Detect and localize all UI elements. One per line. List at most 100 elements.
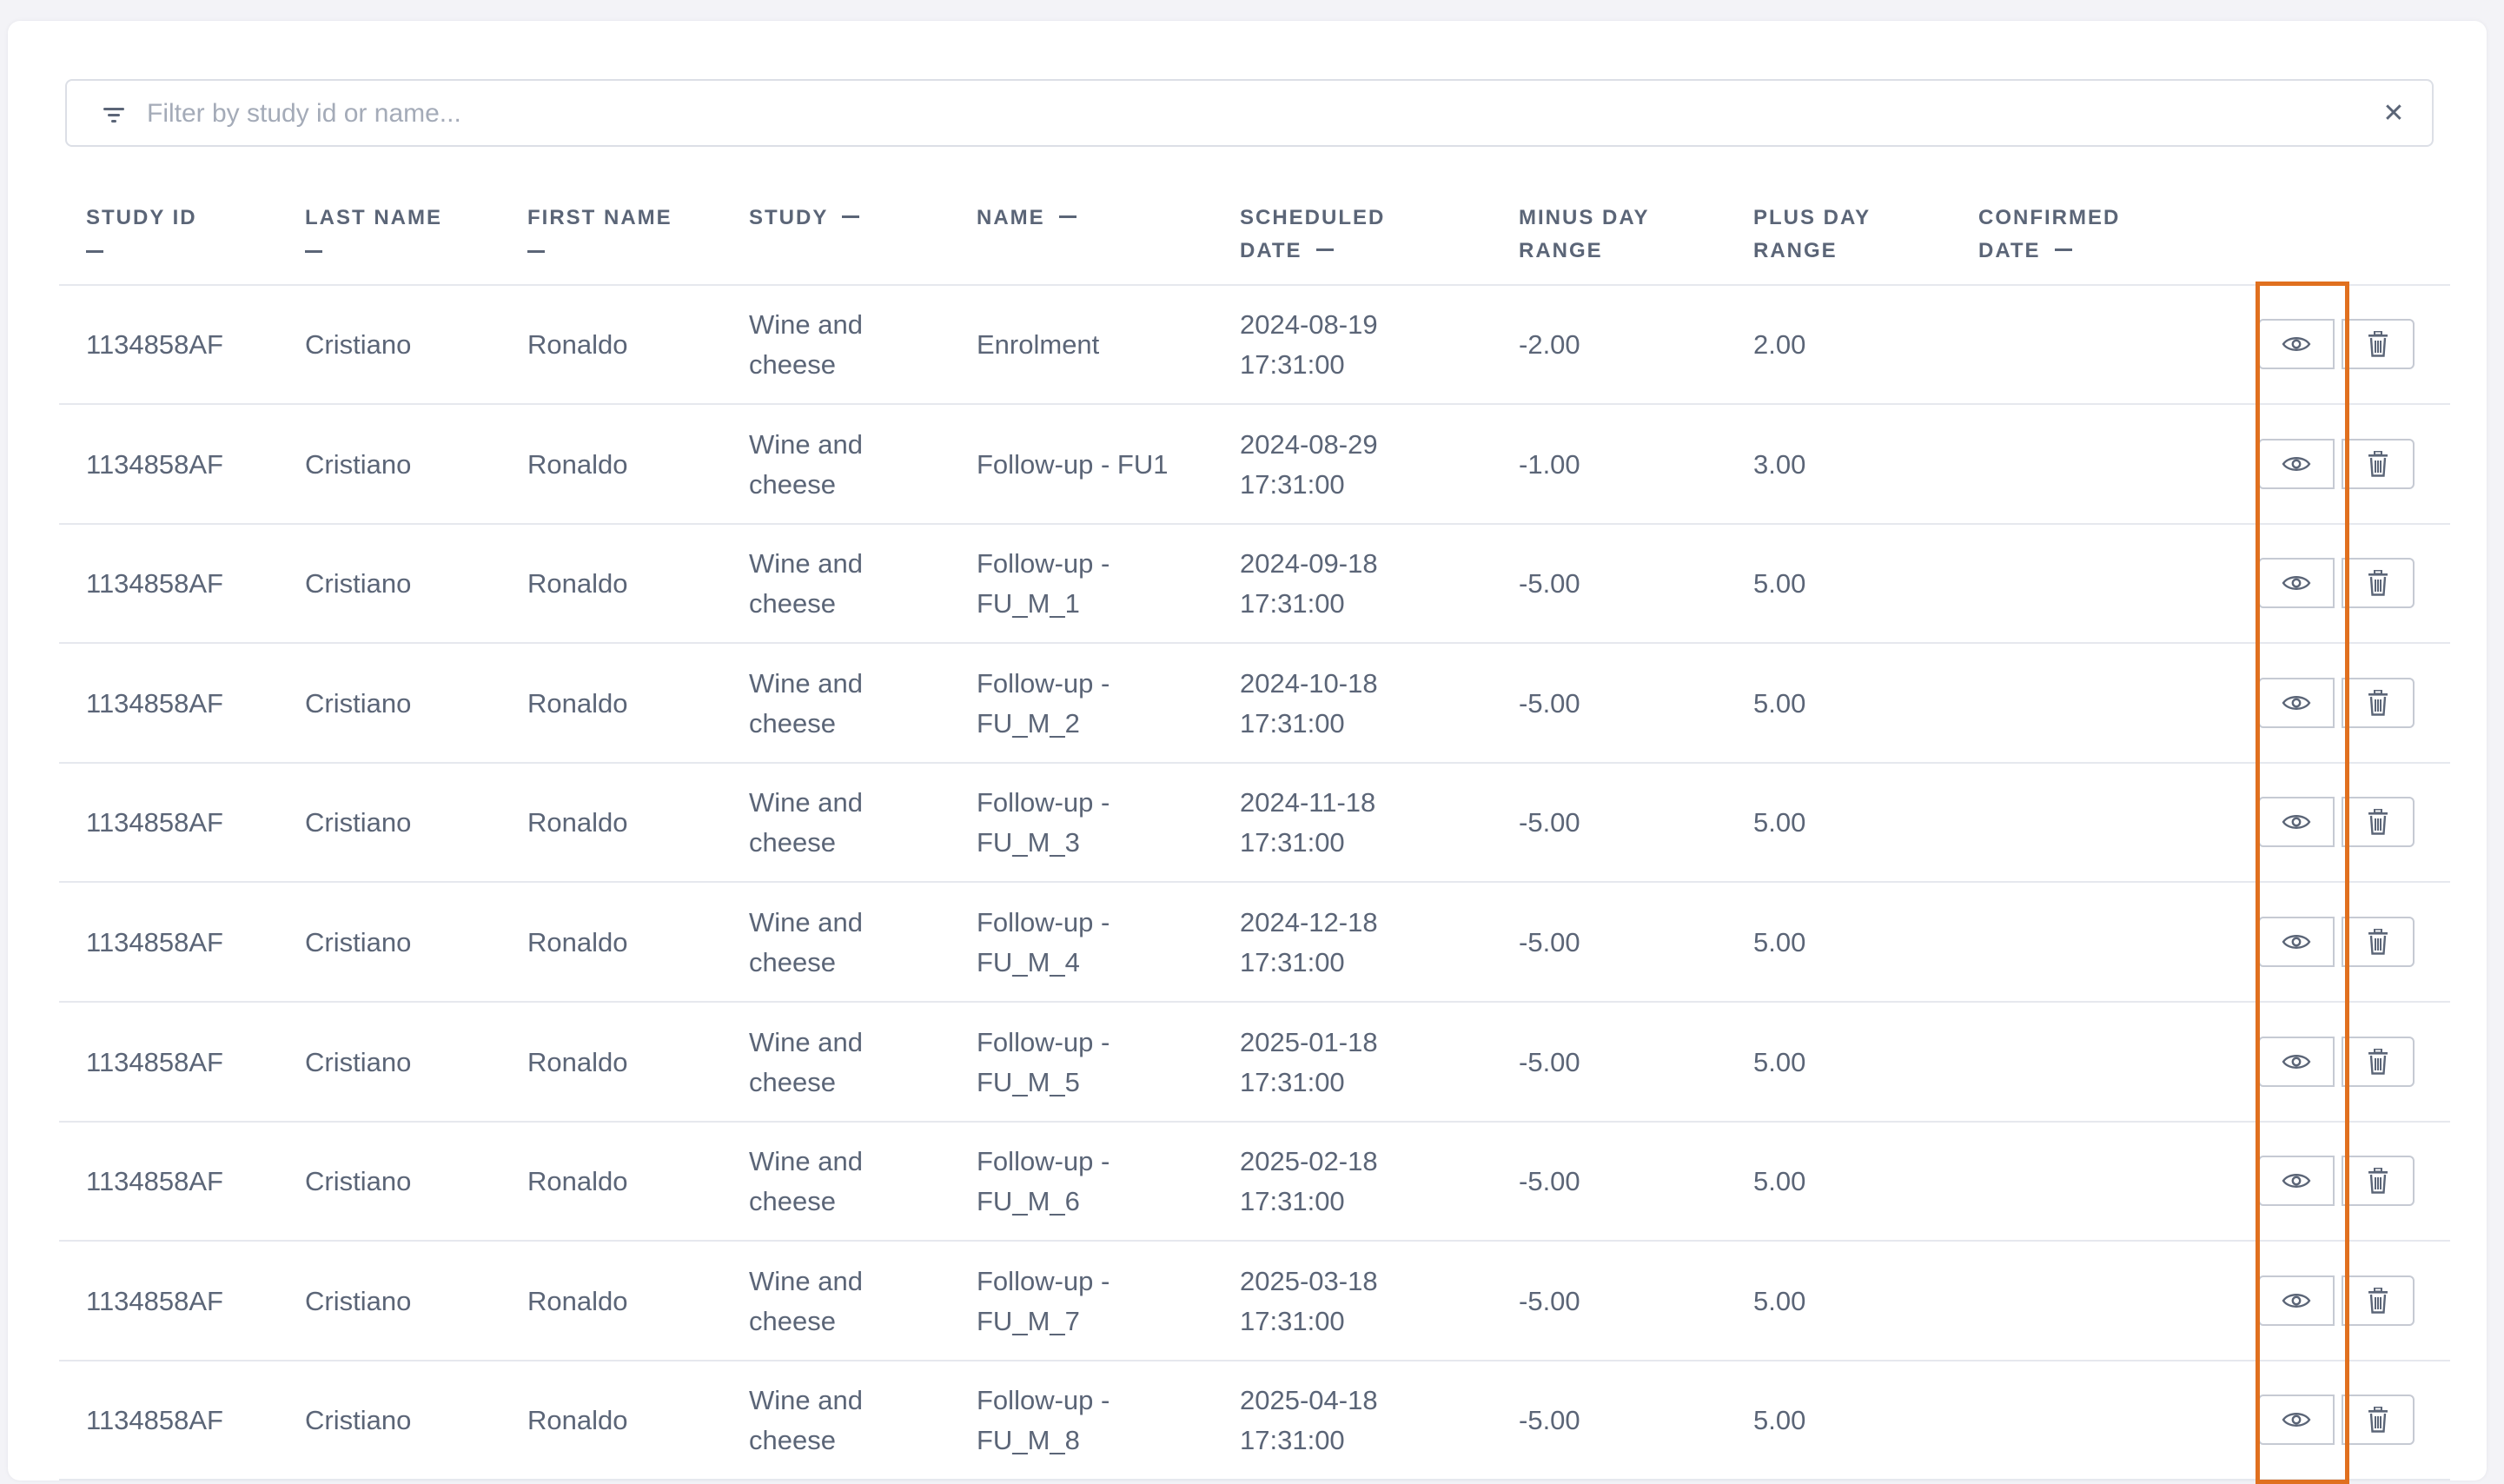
cell-study-line: Wine and [749, 787, 863, 818]
cell-study-line: cheese [749, 827, 836, 858]
cell-study: Wine and cheese [749, 903, 863, 983]
table-row[interactable]: 1134858AF Cristiano Ronaldo Wine and cheese E… [8, 286, 2487, 405]
cell-scheduled-date: 2024-10-18 17:31:00 [1240, 664, 1378, 744]
delete-button[interactable] [2342, 797, 2415, 848]
cell-study-line: cheese [749, 1425, 836, 1456]
delete-button[interactable] [2342, 1395, 2415, 1446]
column-header-study[interactable]: STUDY [749, 202, 860, 235]
table-row[interactable]: 1134858AF Cristiano Ronaldo Wine and cheese F… [8, 1242, 2487, 1361]
delete-button[interactable] [2342, 677, 2415, 728]
cell-minus-day-range: -5.00 [1519, 927, 1580, 957]
column-header-last-name[interactable]: LAST NAME [305, 202, 442, 268]
cell-name-line: FU_M_4 [977, 947, 1080, 977]
cell-name: Follow-up - FU_M_2 [977, 664, 1110, 744]
cell-name-line: FU_M_2 [977, 707, 1080, 739]
cell-study-id: 1134858AF [86, 568, 223, 600]
cell-study-id: 1134858AF [86, 927, 223, 957]
cell-study-line: Wine and [749, 309, 863, 340]
table-row[interactable]: 1134858AF Cristiano Ronaldo Wine and cheese F… [8, 406, 2487, 525]
cell-date-line: 2024-11-18 [1240, 787, 1376, 818]
column-header-study-id[interactable]: STUDY ID [86, 202, 197, 268]
cell-study-id: 1134858AF [86, 329, 223, 360]
cell-plus-day-range: 5.00 [1753, 1405, 1806, 1436]
cell-minus-day-range: -5.00 [1519, 1046, 1580, 1077]
cell-name-line: FU_M_8 [977, 1425, 1080, 1456]
table-row[interactable]: 1134858AF Cristiano Ronaldo Wine and cheese F… [8, 1361, 2487, 1481]
table-row[interactable]: 1134858AF Cristiano Ronaldo Wine and cheese F… [8, 645, 2487, 764]
cell-study-line: Wine and [749, 667, 863, 699]
sort-indicator-icon [1058, 215, 1076, 219]
cell-plus-day-range: 3.00 [1753, 448, 1806, 480]
column-header-scheduled-date[interactable]: SCHEDULED DATE [1240, 202, 1385, 268]
cell-plus-day-range: 2.00 [1753, 329, 1806, 360]
column-header-label: MINUS DAY [1519, 206, 1650, 229]
cell-plus-day-range: 5.00 [1753, 1166, 1806, 1197]
cell-time-line: 17:31:00 [1240, 1066, 1345, 1097]
cell-study-id: 1134858AF [86, 1166, 223, 1197]
cell-name: Follow-up - FU_M_5 [977, 1023, 1110, 1103]
clear-filter-icon[interactable]: ✕ [2376, 96, 2411, 131]
table-row[interactable]: 1134858AF Cristiano Ronaldo Wine and cheese F… [8, 1004, 2487, 1123]
cell-study: Wine and cheese [749, 1262, 863, 1342]
delete-button[interactable] [2342, 319, 2415, 369]
cell-last-name: Cristiano [305, 1405, 412, 1436]
column-header-confirmed-date[interactable]: CONFIRMED DATE [1978, 202, 2120, 268]
cell-first-name: Ronaldo [527, 687, 628, 719]
cell-minus-day-range: -1.00 [1519, 448, 1580, 480]
cell-first-name: Ronaldo [527, 1166, 628, 1197]
cell-first-name: Ronaldo [527, 448, 628, 480]
column-header-first-name[interactable]: FIRST NAME [527, 202, 672, 268]
sort-indicator-icon [2054, 248, 2072, 252]
sort-indicator-icon [1315, 248, 1334, 252]
cell-first-name: Ronaldo [527, 807, 628, 838]
column-header-label: SCHEDULED [1240, 206, 1386, 229]
cell-name-line: Follow-up - [977, 1026, 1110, 1057]
table-row[interactable]: 1134858AF Cristiano Ronaldo Wine and cheese F… [8, 884, 2487, 1003]
cell-scheduled-date: 2024-12-18 17:31:00 [1240, 903, 1378, 983]
cell-date-line: 2024-08-29 [1240, 428, 1378, 460]
cell-first-name: Ronaldo [527, 329, 628, 360]
cell-study-line: Wine and [749, 428, 863, 460]
filter-input[interactable] [147, 91, 2319, 136]
delete-button[interactable] [2342, 1036, 2415, 1087]
cell-name-line: FU_M_6 [977, 1186, 1080, 1217]
cell-plus-day-range: 5.00 [1753, 1046, 1806, 1077]
cell-date-line: 2024-08-19 [1240, 309, 1378, 340]
delete-button[interactable] [2342, 917, 2415, 967]
cell-name-line: Follow-up - [977, 1146, 1110, 1177]
cell-time-line: 17:31:00 [1240, 827, 1345, 858]
cell-name-line: Follow-up - [977, 1265, 1110, 1296]
cell-scheduled-date: 2024-08-19 17:31:00 [1240, 305, 1378, 385]
column-header-label: PLUS DAY [1753, 206, 1871, 229]
cell-study: Wine and cheese [749, 1023, 863, 1103]
cell-first-name: Ronaldo [527, 1046, 628, 1077]
delete-button[interactable] [2342, 1156, 2415, 1207]
cell-name: Enrolment [977, 329, 1100, 360]
cell-time-line: 17:31:00 [1240, 1186, 1345, 1217]
cell-scheduled-date: 2024-08-29 17:31:00 [1240, 425, 1378, 505]
cell-date-line: 2025-02-18 [1240, 1146, 1378, 1177]
delete-button[interactable] [2342, 438, 2415, 489]
delete-button[interactable] [2342, 1275, 2415, 1326]
column-header-label: CONFIRMED [1978, 206, 2121, 229]
row-divider [59, 1479, 2450, 1481]
cell-study: Wine and cheese [749, 425, 863, 505]
filter-bar[interactable]: ✕ [65, 79, 2434, 147]
cell-last-name: Cristiano [305, 1046, 412, 1077]
cell-name-line: Follow-up - [977, 667, 1110, 699]
delete-button[interactable] [2342, 558, 2415, 609]
filter-icon [103, 108, 124, 123]
cell-study-line: cheese [749, 1305, 836, 1336]
cell-study-line: cheese [749, 349, 836, 380]
column-header-name[interactable]: NAME [977, 202, 1076, 235]
cell-name: Follow-up - FU_M_7 [977, 1262, 1110, 1342]
sort-indicator-icon [527, 250, 545, 254]
cell-minus-day-range: -5.00 [1519, 807, 1580, 838]
cell-plus-day-range: 5.00 [1753, 568, 1806, 600]
table-row[interactable]: 1134858AF Cristiano Ronaldo Wine and cheese F… [8, 764, 2487, 884]
table-row[interactable]: 1134858AF Cristiano Ronaldo Wine and cheese F… [8, 1123, 2487, 1242]
column-header-label: RANGE [1753, 239, 1838, 262]
table-row[interactable]: 1134858AF Cristiano Ronaldo Wine and cheese F… [8, 525, 2487, 645]
cell-time-line: 17:31:00 [1240, 707, 1345, 739]
cell-study-id: 1134858AF [86, 687, 223, 719]
